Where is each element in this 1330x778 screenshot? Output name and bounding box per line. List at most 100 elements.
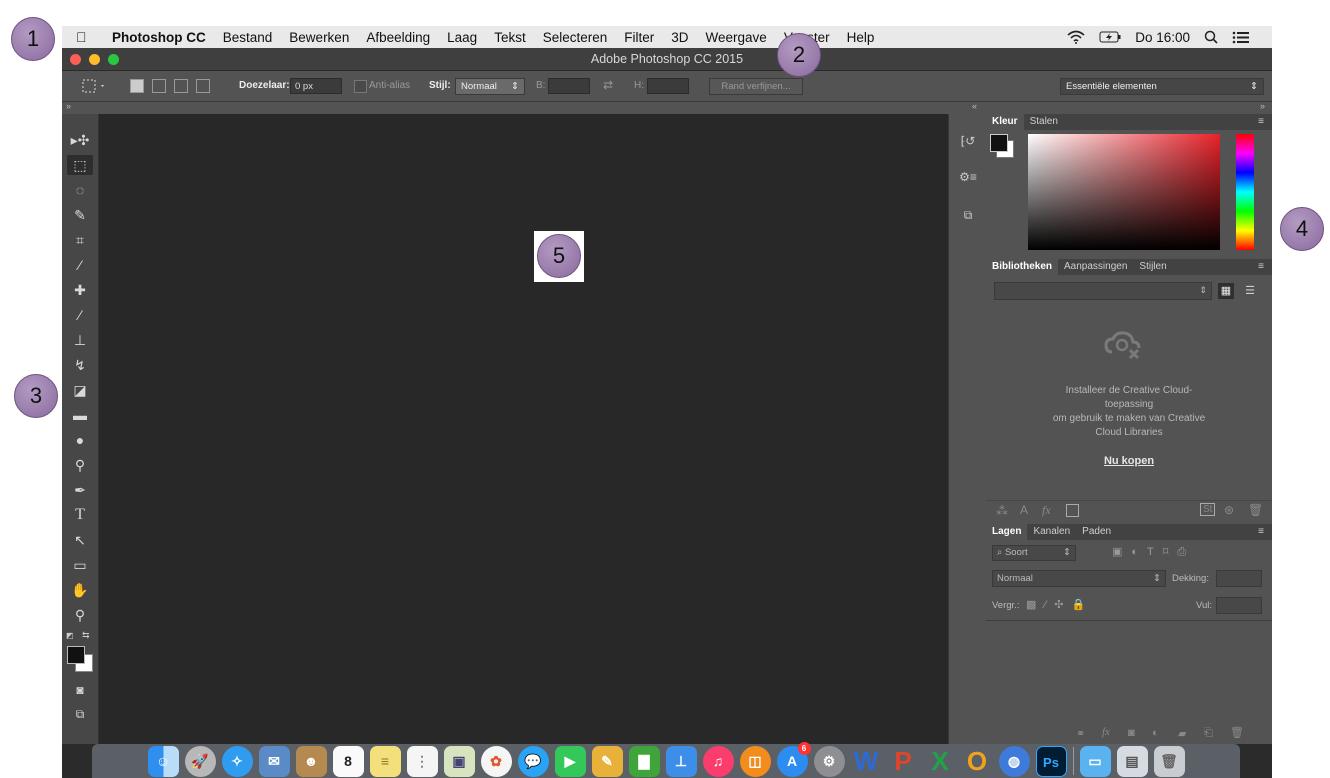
folder-icon[interactable]: ▭ (1079, 745, 1111, 777)
panel-menu-icon[interactable]: ≡ (1252, 524, 1270, 540)
height-input[interactable] (647, 78, 689, 94)
hand-tool-icon[interactable]: ✋ (67, 580, 93, 600)
menu-afbeelding[interactable]: Afbeelding (366, 30, 430, 45)
sync-status-icon[interactable]: ⊛ (1224, 503, 1234, 517)
battery-icon[interactable] (1099, 31, 1121, 43)
add-graphic-icon[interactable]: ⁂ (996, 504, 1008, 518)
spot-healing-brush-tool-icon[interactable]: ✚ (67, 280, 93, 300)
tab-kanalen[interactable]: Kanalen (1027, 524, 1076, 540)
new-layer-icon[interactable]: ⎗ (1204, 727, 1213, 740)
default-colors-icon[interactable]: ◩ (66, 631, 74, 640)
add-to-selection-button[interactable] (152, 79, 166, 93)
type-tool-icon[interactable]: T (67, 505, 93, 525)
layer-mask-icon[interactable]: ◙ (1128, 727, 1135, 739)
gradient-tool-icon[interactable]: ▬ (67, 405, 93, 425)
menu-app-name[interactable]: Photoshop CC (112, 30, 206, 45)
add-color-icon[interactable] (1066, 504, 1079, 517)
tab-bibliotheken[interactable]: Bibliotheken (986, 259, 1059, 275)
reminders-icon[interactable]: ⋮ (406, 745, 438, 777)
app-store-icon[interactable]: A6 (776, 741, 811, 777)
photoshop-icon[interactable]: Ps (1035, 745, 1067, 777)
panel-menu-icon[interactable]: ≡ (1252, 259, 1270, 275)
refine-edge-button[interactable]: Rand verfijnen... (709, 78, 803, 95)
facetime-icon[interactable]: ▶ (554, 745, 586, 777)
stock-icon[interactable]: St (1200, 503, 1216, 516)
collapse-panels-icon[interactable]: « (972, 101, 977, 111)
menu-tekst[interactable]: Tekst (494, 30, 526, 45)
rectangle-tool-icon[interactable]: ▭ (67, 555, 93, 575)
delete-layer-icon[interactable]: 🗑 (1230, 726, 1244, 739)
pen-tool-icon[interactable]: ✒ (67, 480, 93, 500)
wifi-icon[interactable] (1067, 30, 1085, 44)
launchpad-icon[interactable]: 🚀 (184, 745, 216, 777)
tab-stijlen[interactable]: Stijlen (1133, 259, 1172, 275)
quick-selection-tool-icon[interactable]: ✎ (67, 205, 93, 225)
path-selection-tool-icon[interactable]: ↖ (67, 530, 93, 550)
apple-icon[interactable]:  (76, 29, 92, 45)
menu-filter[interactable]: Filter (624, 30, 654, 45)
crop-tool-icon[interactable]: ⌗ (67, 230, 93, 250)
layer-style-icon[interactable]: fx (1102, 726, 1110, 738)
messages-icon[interactable]: 💬 (517, 745, 549, 777)
clock[interactable]: Do 16:00 (1135, 30, 1190, 45)
keynote-icon[interactable]: ⊥ (665, 745, 697, 777)
safari-icon[interactable]: ✧ (221, 745, 253, 777)
system-preferences-icon[interactable]: ⚙ (813, 745, 845, 777)
itunes-icon[interactable]: ♫ (702, 745, 734, 777)
marquee-tool-preset-icon[interactable] (82, 79, 108, 93)
calendar-icon[interactable]: 8 (332, 745, 364, 777)
pages-icon[interactable]: ✎ (591, 745, 623, 777)
zoom-tool-icon[interactable]: ⚲ (67, 605, 93, 625)
trash-icon[interactable]: 🗑 (1153, 745, 1185, 777)
add-layer-style-icon[interactable]: fx (1042, 503, 1051, 518)
globe-app-icon[interactable]: ◍ (998, 745, 1030, 777)
menu-bestand[interactable]: Bestand (223, 30, 273, 45)
downloads-stack-icon[interactable]: ▤ (1116, 745, 1148, 777)
eraser-tool-icon[interactable]: ◪ (67, 380, 93, 400)
lock-icons[interactable]: ▩⁄✣🔒 (1026, 598, 1093, 611)
outlook-icon[interactable]: O (962, 746, 993, 777)
menu-laag[interactable]: Laag (447, 30, 477, 45)
list-view-icon[interactable]: ☰ (1242, 283, 1258, 299)
history-panel-icon[interactable]: ⁅↺ (957, 132, 979, 150)
anti-alias-checkbox[interactable] (354, 80, 367, 93)
notification-center-icon[interactable] (1232, 31, 1250, 44)
menu-bewerken[interactable]: Bewerken (289, 30, 349, 45)
quick-mask-icon[interactable]: ◙ (67, 680, 93, 700)
blur-tool-icon[interactable]: ● (67, 430, 93, 450)
link-layers-icon[interactable]: ⚭ (1076, 727, 1085, 740)
clone-source-panel-icon[interactable]: ⧉ (957, 206, 979, 224)
photos-icon[interactable]: ✿ (480, 745, 512, 777)
hue-slider[interactable] (1236, 134, 1254, 250)
eyedropper-tool-icon[interactable]: ⁄ (67, 255, 93, 275)
grid-view-icon[interactable]: ▦ (1218, 283, 1234, 299)
buy-now-link[interactable]: Nu kopen (986, 455, 1272, 467)
foreground-color-swatch[interactable] (67, 646, 85, 664)
swap-width-height-icon[interactable]: ⇄ (603, 78, 613, 92)
trash-icon[interactable]: 🗑 (1248, 503, 1263, 517)
tab-lagen[interactable]: Lagen (986, 524, 1028, 540)
tab-paden[interactable]: Paden (1076, 524, 1117, 540)
dodge-tool-icon[interactable]: ⚲ (67, 455, 93, 475)
style-select[interactable]: Normaal ⇕ (455, 78, 525, 95)
subtract-from-selection-button[interactable] (174, 79, 188, 93)
add-character-style-icon[interactable]: A (1020, 503, 1028, 517)
finder-icon[interactable]: ☺ (147, 745, 179, 777)
menu-3d[interactable]: 3D (671, 30, 688, 45)
word-icon[interactable]: W (851, 746, 882, 777)
lasso-tool-icon[interactable]: ◌ (67, 180, 93, 200)
panel-menu-icon[interactable]: ≡ (1252, 114, 1270, 130)
adjustment-layer-icon[interactable]: ◐ (1152, 727, 1159, 739)
layer-filter-icons[interactable]: ▣◐T⌑⎙ (1112, 545, 1195, 559)
move-tool-icon[interactable]: ▸✣ (67, 130, 93, 150)
swap-colors-icon[interactable]: ⇆ (82, 630, 90, 641)
spotlight-search-icon[interactable] (1204, 30, 1218, 44)
properties-panel-icon[interactable]: ⚙≡ (957, 168, 979, 186)
workspace-select[interactable]: Essentiële elementen ⇕ (1060, 78, 1264, 95)
color-picker-field[interactable] (1028, 134, 1220, 250)
new-selection-button[interactable] (130, 79, 144, 93)
library-select[interactable]: ⇕ (994, 282, 1212, 300)
excel-icon[interactable]: X (925, 746, 956, 777)
tab-aanpassingen[interactable]: Aanpassingen (1058, 259, 1133, 275)
preview-icon[interactable]: ▣ (443, 745, 475, 777)
